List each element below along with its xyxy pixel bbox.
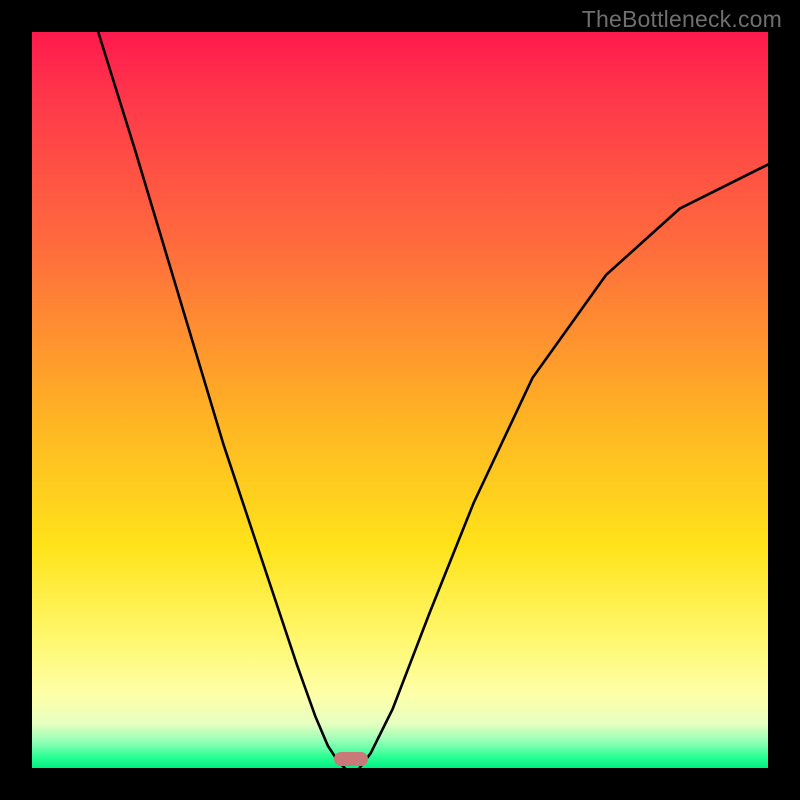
- chart-frame: TheBottleneck.com: [0, 0, 800, 800]
- watermark-text: TheBottleneck.com: [582, 6, 782, 33]
- optimum-marker: [334, 752, 368, 766]
- plot-area: [32, 32, 768, 768]
- bottleneck-curve: [32, 32, 768, 768]
